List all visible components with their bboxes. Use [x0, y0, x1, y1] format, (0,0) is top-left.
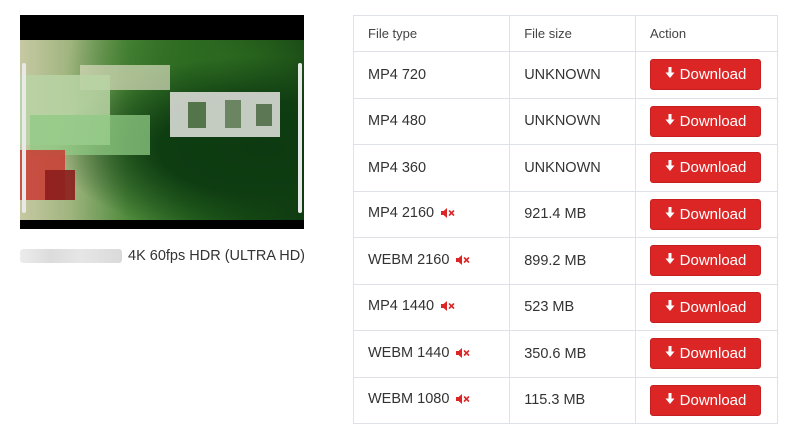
download-button-label: Download	[679, 252, 747, 270]
file-size-cell: 115.3 MB	[509, 376, 636, 424]
action-cell: Download	[635, 51, 778, 99]
action-cell: Download	[635, 376, 778, 424]
download-arrow-icon	[665, 299, 675, 316]
download-button[interactable]: Download	[650, 245, 761, 277]
video-title: 4K 60fps HDR (ULTRA HD)	[20, 246, 320, 266]
action-cell: Download	[635, 283, 778, 331]
blurred-title-text	[20, 249, 122, 263]
table-row: MP4 2160 921.4 MB Download	[352, 190, 778, 238]
file-size-cell: UNKNOWN	[509, 97, 636, 145]
download-button-label: Download	[679, 298, 747, 316]
table-header-row: File type File size Action	[352, 15, 778, 52]
file-type-label: WEBM 1440	[368, 344, 450, 361]
action-cell: Download	[635, 190, 778, 238]
action-cell: Download	[635, 330, 778, 378]
file-size-cell: 899.2 MB	[509, 237, 636, 285]
download-arrow-icon	[665, 159, 675, 176]
table-row: WEBM 2160 899.2 MB Download	[352, 237, 778, 285]
download-button-label: Download	[679, 112, 747, 130]
download-arrow-icon	[665, 392, 675, 409]
download-button[interactable]: Download	[650, 105, 761, 137]
file-type-cell: WEBM 2160	[352, 237, 511, 285]
file-type-cell: MP4 720	[352, 51, 511, 99]
table-row: MP4 720 UNKNOWN Download	[352, 51, 778, 99]
download-button[interactable]: Download	[650, 59, 761, 91]
file-size-cell: 350.6 MB	[509, 330, 636, 378]
file-type-cell: WEBM 1440	[352, 330, 511, 378]
file-type-cell: WEBM 1080	[352, 376, 511, 424]
muted-speaker-icon	[455, 347, 470, 363]
frame-edge-left	[22, 63, 26, 213]
action-cell: Download	[635, 237, 778, 285]
header-action: Action	[635, 15, 778, 52]
table-row: WEBM 1080 115.3 MB Download	[352, 376, 778, 424]
download-arrow-icon	[665, 206, 675, 223]
frame-edge-right	[298, 63, 302, 213]
muted-speaker-icon	[440, 207, 455, 223]
file-size-cell: UNKNOWN	[509, 144, 636, 192]
download-arrow-icon	[665, 113, 675, 130]
file-type-cell: MP4 360	[352, 144, 511, 192]
table-row: MP4 1440 523 MB Download	[352, 283, 778, 331]
download-button-label: Download	[679, 159, 747, 177]
download-button[interactable]: Download	[650, 384, 761, 416]
header-file-type: File type	[352, 15, 511, 52]
download-button-label: Download	[679, 391, 747, 409]
file-type-cell: MP4 480	[352, 97, 511, 145]
file-type-cell: MP4 2160	[352, 190, 511, 238]
file-size-cell: UNKNOWN	[509, 51, 636, 99]
file-type-label: MP4 1440	[368, 298, 435, 315]
file-type-label: WEBM 1080	[368, 391, 450, 408]
download-table: File type File size Action MP4 720 UNKNOW…	[352, 15, 778, 424]
download-button[interactable]: Download	[650, 152, 761, 184]
video-thumbnail	[20, 15, 304, 229]
download-button-label: Download	[679, 205, 747, 223]
file-type-label: MP4 2160	[368, 205, 435, 222]
table-row: MP4 360 UNKNOWN Download	[352, 144, 778, 192]
video-frame-image	[20, 40, 304, 220]
file-type-label: MP4 720	[368, 66, 427, 83]
muted-speaker-icon	[440, 300, 455, 316]
file-type-cell: MP4 1440	[352, 283, 511, 331]
header-file-size: File size	[509, 15, 636, 52]
download-button-label: Download	[679, 66, 747, 84]
muted-speaker-icon	[455, 254, 470, 270]
download-arrow-icon	[665, 252, 675, 269]
file-type-label: MP4 360	[368, 159, 427, 176]
file-size-cell: 523 MB	[509, 283, 636, 331]
video-quality-label: 4K 60fps HDR (ULTRA HD)	[128, 248, 305, 264]
action-cell: Download	[635, 97, 778, 145]
table-row: MP4 480 UNKNOWN Download	[352, 97, 778, 145]
muted-speaker-icon	[455, 393, 470, 409]
file-size-cell: 921.4 MB	[509, 190, 636, 238]
file-type-label: WEBM 2160	[368, 251, 450, 268]
download-arrow-icon	[665, 345, 675, 362]
download-button-label: Download	[679, 345, 747, 363]
file-type-label: MP4 480	[368, 113, 427, 130]
download-button[interactable]: Download	[650, 198, 761, 230]
download-arrow-icon	[665, 66, 675, 83]
action-cell: Download	[635, 144, 778, 192]
download-button[interactable]: Download	[650, 291, 761, 323]
table-row: WEBM 1440 350.6 MB Download	[352, 330, 778, 378]
download-button[interactable]: Download	[650, 338, 761, 370]
